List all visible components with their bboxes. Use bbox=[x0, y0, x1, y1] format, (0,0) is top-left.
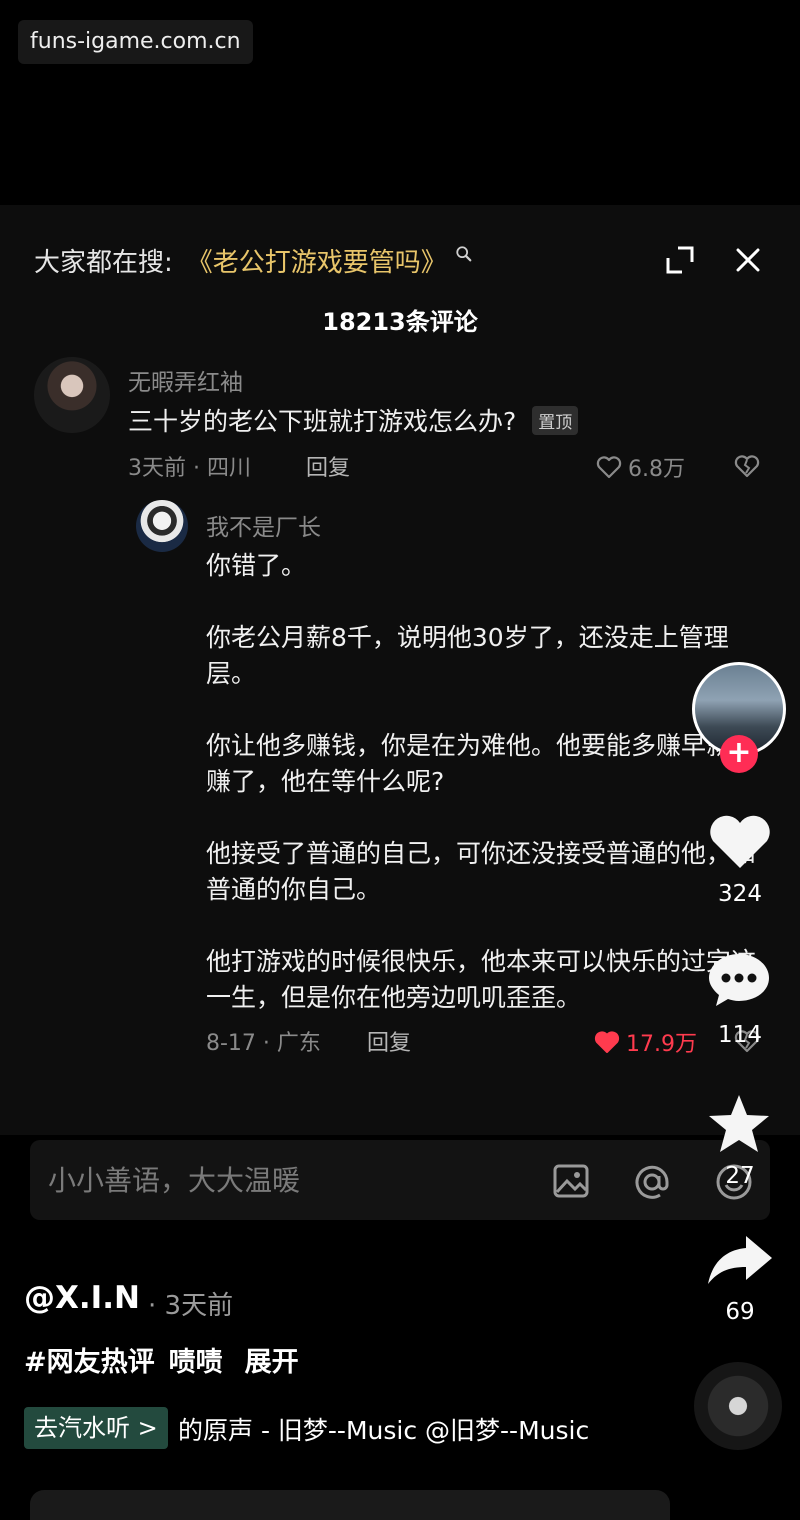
close-icon[interactable] bbox=[732, 244, 764, 276]
comment-body: 三十岁的老公下班就打游戏怎么办? bbox=[128, 407, 517, 436]
comment-meta: 3天前 · 四川 bbox=[128, 456, 251, 481]
pinned-badge: 置顶 bbox=[532, 405, 579, 435]
post-time: · 3天前 bbox=[148, 1291, 234, 1321]
bottom-bar bbox=[30, 1490, 670, 1520]
share-arrow-icon[interactable] bbox=[706, 1232, 774, 1288]
broken-heart-icon[interactable] bbox=[734, 454, 760, 478]
video-caption: #网友热评 啧啧 展开 bbox=[24, 1340, 299, 1379]
reply-button[interactable]: 回复 bbox=[306, 450, 350, 482]
heart-icon[interactable] bbox=[706, 810, 774, 872]
comment-paragraph: 你让他多赚钱，你是在为难他。他要能多赚早就多赚了，他在等什么呢? bbox=[206, 731, 757, 796]
comment-meta: 8-17 · 广东 bbox=[206, 1031, 321, 1056]
avatar[interactable] bbox=[136, 500, 188, 552]
comment-paragraph: 你老公月薪8千，说明他30岁了，还没走上管理层。 bbox=[206, 623, 729, 688]
share-count: 69 bbox=[725, 1299, 755, 1325]
image-icon[interactable] bbox=[552, 1162, 590, 1200]
comment-username[interactable]: 无暇弄红袖 bbox=[128, 363, 243, 397]
comment-count: 18213条评论 bbox=[322, 308, 478, 336]
search-prefix: 大家都在搜: bbox=[34, 247, 173, 278]
heart-icon bbox=[596, 456, 622, 479]
comment-text[interactable]: 三十岁的老公下班就打游戏怎么办? 置顶 bbox=[128, 402, 579, 438]
hashtag[interactable]: #网友热评 bbox=[24, 1340, 155, 1379]
music-marquee[interactable]: 的原声 - 旧梦--Music @旧梦--Music bbox=[178, 1411, 592, 1447]
comment-count-side: 114 bbox=[718, 1022, 762, 1048]
comment-paragraph: 他接受了普通的自己，可你还没接受普通的他，和普通的你自己。 bbox=[206, 839, 757, 904]
like-count: 6.8万 bbox=[628, 457, 685, 482]
at-icon[interactable] bbox=[632, 1162, 672, 1202]
like-count: 324 bbox=[718, 881, 762, 907]
avatar[interactable] bbox=[34, 357, 110, 433]
follow-button[interactable]: + bbox=[720, 735, 758, 773]
comment-input[interactable] bbox=[48, 1160, 528, 1200]
comment-like-button[interactable]: 17.9万 bbox=[594, 1026, 697, 1058]
star-icon[interactable] bbox=[706, 1092, 772, 1156]
comment-text[interactable]: 你错了。 你老公月薪8千，说明他30岁了，还没走上管理层。 你让他多赚钱，你是在… bbox=[206, 548, 776, 1052]
search-suggestion[interactable]: 大家都在搜: 《老公打游戏要管吗》 bbox=[34, 240, 473, 280]
music-disc[interactable] bbox=[694, 1362, 782, 1450]
author-name[interactable]: @X.I.N bbox=[24, 1280, 140, 1316]
heart-icon bbox=[594, 1031, 620, 1053]
reply-button[interactable]: 回复 bbox=[367, 1025, 411, 1057]
comment-bubble-icon[interactable] bbox=[706, 950, 772, 1010]
expand-icon[interactable] bbox=[664, 244, 696, 276]
comment-username[interactable]: 我不是厂长 bbox=[206, 508, 321, 542]
favorite-count: 27 bbox=[725, 1163, 755, 1189]
music-app-link[interactable]: 去汽水听 > bbox=[24, 1407, 168, 1449]
like-count: 17.9万 bbox=[626, 1032, 697, 1057]
comment-paragraph: 你错了。 bbox=[206, 551, 307, 580]
caption-text: 啧啧 bbox=[168, 1347, 223, 1378]
search-term-link[interactable]: 《老公打游戏要管吗》 bbox=[187, 242, 447, 279]
comment-like-button[interactable]: 6.8万 bbox=[596, 451, 685, 483]
comment-paragraph: 他打游戏的时候很快乐，他本来可以快乐的过完这一生，但是你在他旁边叽叽歪歪。 bbox=[206, 947, 757, 1012]
expand-caption-button[interactable]: 展开 bbox=[245, 1340, 299, 1379]
watermark: funs-igame.com.cn bbox=[18, 20, 253, 64]
search-icon bbox=[456, 246, 472, 262]
